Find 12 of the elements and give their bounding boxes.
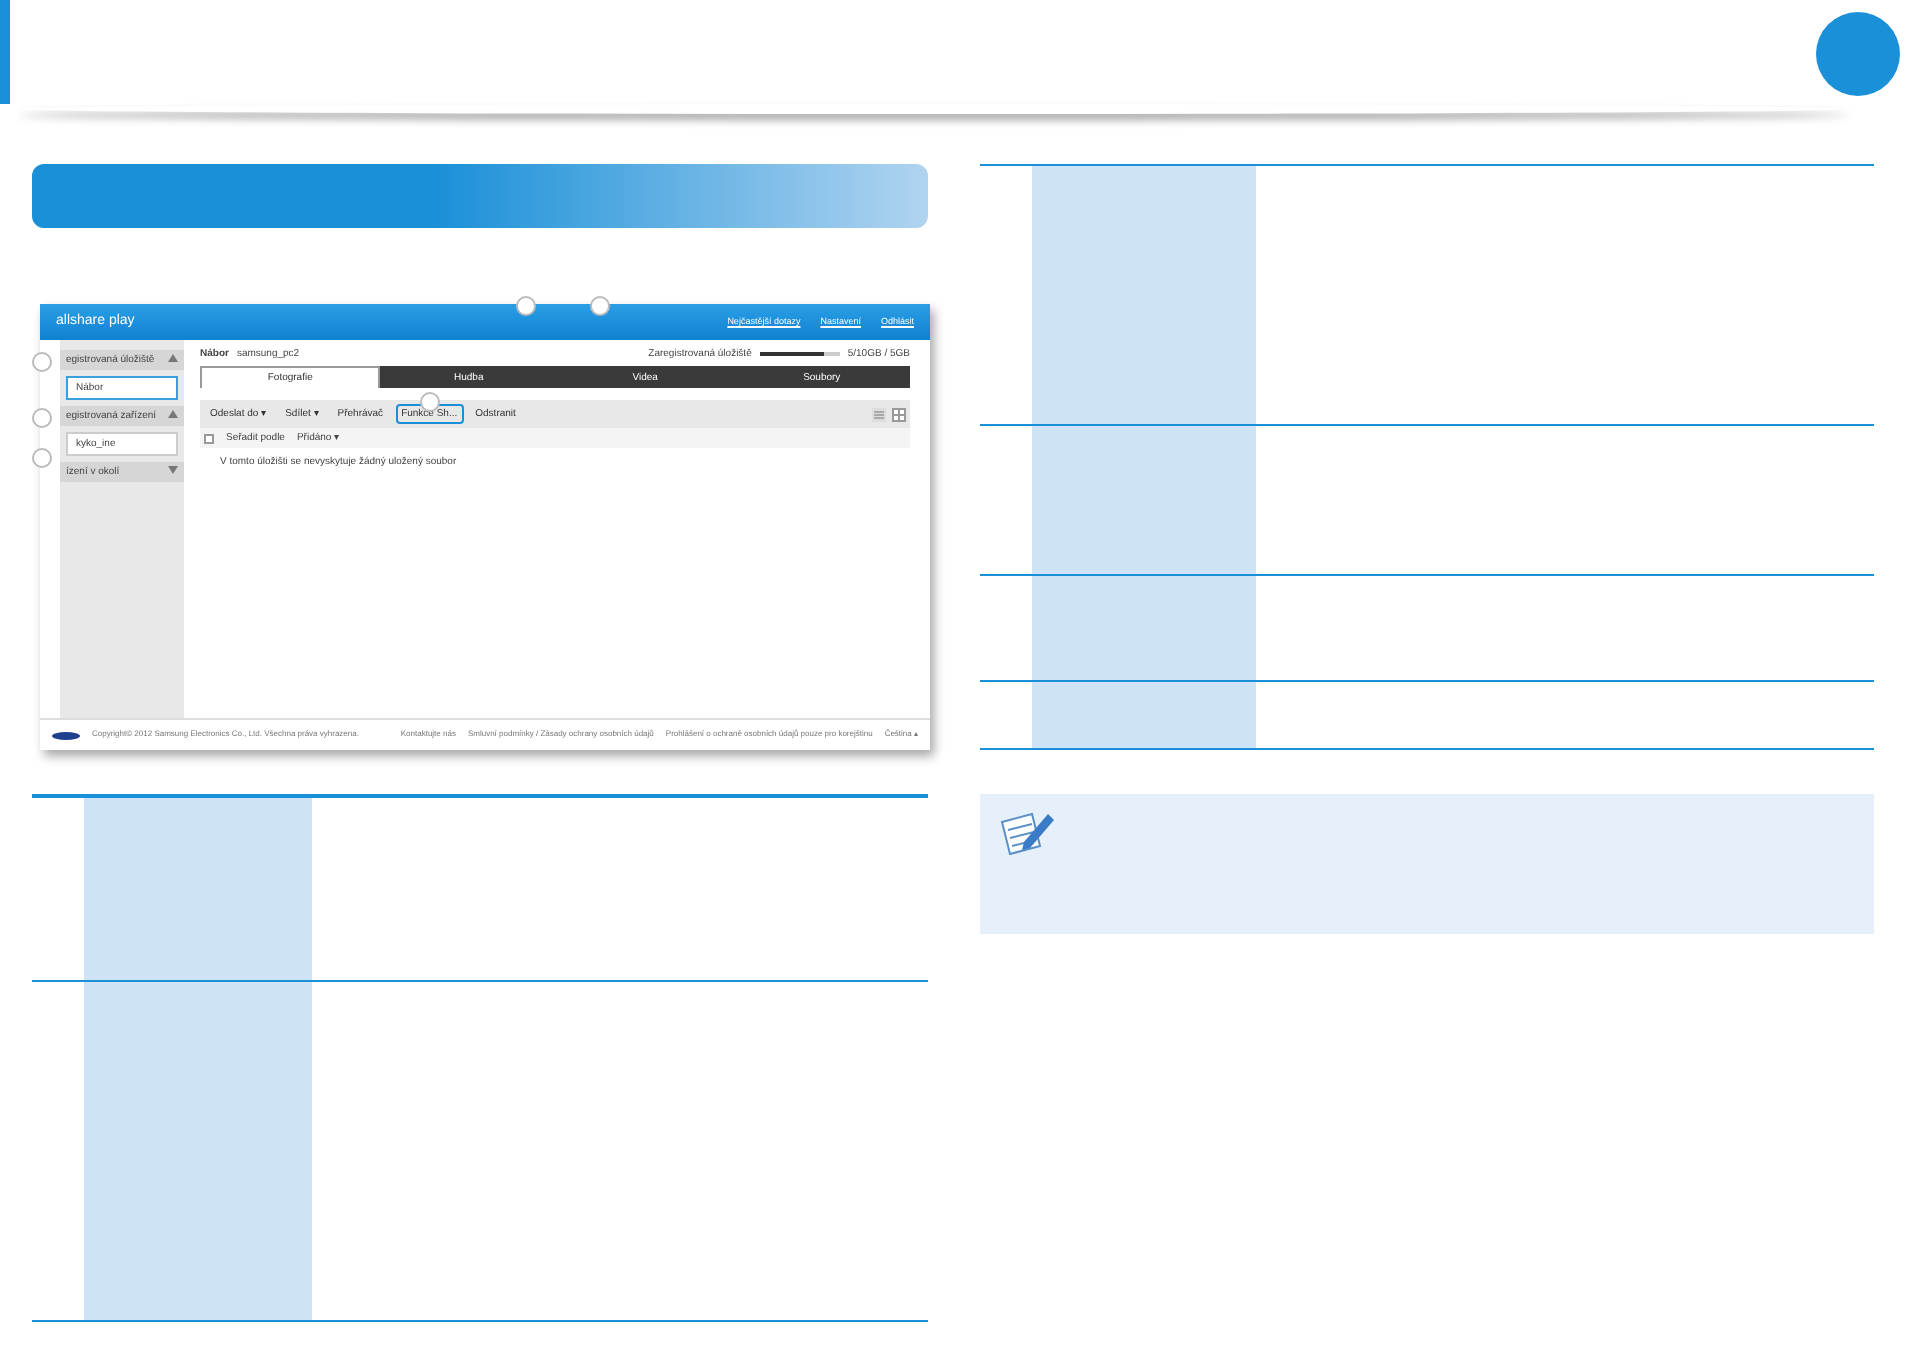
callout-marker — [590, 296, 610, 316]
caret-icon — [168, 354, 178, 362]
caret-icon — [168, 410, 178, 418]
grid-view-icon[interactable] — [892, 407, 906, 421]
select-all-checkbox[interactable] — [204, 433, 214, 443]
caret-icon — [168, 466, 178, 474]
brand-logo-icon — [52, 731, 80, 739]
page-badge — [1816, 12, 1900, 96]
callout-marker — [420, 392, 440, 412]
accent-bar — [0, 0, 10, 104]
callout-marker — [516, 296, 536, 316]
list-view-icon[interactable] — [872, 407, 886, 421]
